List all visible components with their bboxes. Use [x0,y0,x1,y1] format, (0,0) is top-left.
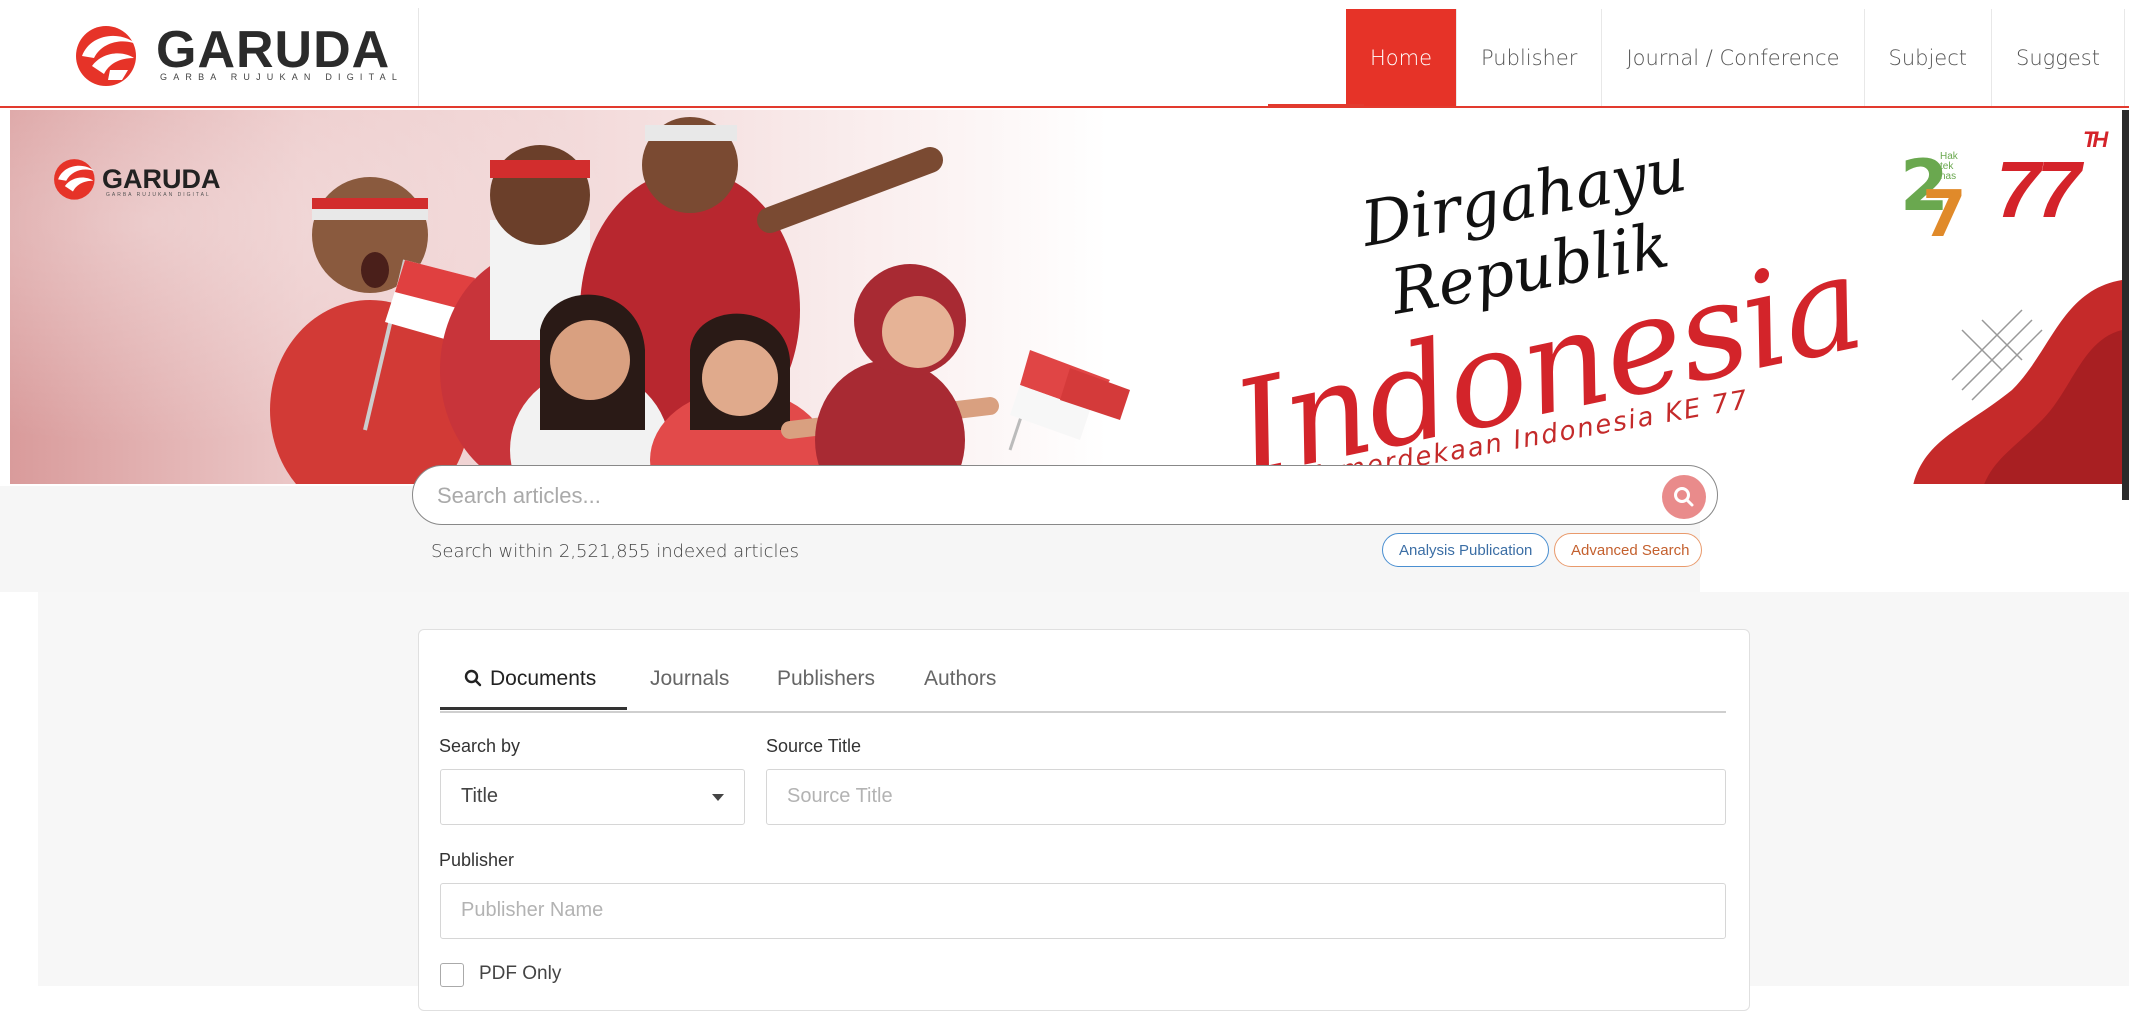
header-underline-accent [1268,104,1364,108]
search-icon [464,669,482,687]
top-header: GARUDA GARBA RUJUKAN DIGITAL Home Publis… [0,0,2129,108]
garuda-logo[interactable]: GARUDA GARBA RUJUKAN DIGITAL [70,20,397,86]
pdf-only-label: PDF Only [479,963,562,984]
main-nav: Home Publisher Journal / Conference Subj… [1346,9,2125,107]
source-title-label: Source Title [766,736,862,756]
search-by-value: Title [461,785,499,807]
anniversary-suffix: TH [2082,127,2108,153]
publisher-label: Publisher [439,850,515,870]
advanced-search-button[interactable]: Advanced Search [1554,533,1702,567]
hero-banner: GARUDA GARBA RUJUKAN DIGITAL Dirgahayu R… [10,110,2122,484]
pdf-only-checkbox[interactable] [440,963,464,987]
search-by-select[interactable]: Title [440,769,745,825]
svg-text:7: 7 [1922,178,1967,240]
nav-home[interactable]: Home [1346,9,1458,107]
celebrating-people-illustration [270,117,1130,484]
banner-logo-text: GARUDA [102,164,221,194]
caret-down-icon [712,794,724,801]
active-tab-indicator [440,707,627,710]
banner-logo: GARUDA GARBA RUJUKAN DIGITAL [50,154,250,204]
anniversary-77: 77TH [1996,127,2108,236]
header-divider [418,8,419,107]
decorative-blob [1913,280,2122,484]
tab-documents-label: Documents [490,667,597,690]
anniversary-number: 77 [1996,145,2081,234]
search-input[interactable] [435,476,1619,516]
search-icon [1674,487,1694,507]
hakteknas-label: Hak tek nas [1940,151,1958,182]
search-button[interactable] [1662,475,1706,519]
source-title-placeholder: Source Title [787,785,893,807]
analysis-publication-button[interactable]: Analysis Publication [1382,533,1549,567]
search-by-label: Search by [439,736,521,756]
garuda-bird-icon [54,159,95,200]
header-underline [0,106,2129,108]
search-tabs: Documents Journals Publishers Authors [440,655,1726,713]
banner-edge-scrollbar [2122,110,2129,500]
publisher-input[interactable]: Publisher Name [440,883,1726,939]
logo-tagline: GARBA RUJUKAN DIGITAL [160,72,404,82]
anniversary-badge: 2 7 Hak tek nas 77TH [1900,127,2108,244]
search-bar [412,465,1718,525]
nav-journal-conference[interactable]: Journal / Conference [1602,9,1865,107]
garuda-bird-icon [76,26,136,86]
logo-text: GARUDA [156,21,391,79]
source-title-input[interactable]: Source Title [766,769,1726,825]
publisher-placeholder: Publisher Name [461,899,604,921]
nav-subject[interactable]: Subject [1865,9,1993,107]
tab-publishers[interactable]: Publishers [777,667,875,691]
headline-group: Dirgahayu Republik Indonesia Hari Kemerd… [1210,132,1874,484]
search-helper-text: Search within 2,521,855 indexed articles [431,541,799,562]
banner-logo-tagline: GARBA RUJUKAN DIGITAL [106,192,211,198]
tab-journals[interactable]: Journals [650,667,729,691]
tab-authors[interactable]: Authors [924,667,996,691]
tab-documents[interactable]: Documents [464,667,596,691]
nav-suggest[interactable]: Suggest [1992,9,2125,107]
nav-publisher[interactable]: Publisher [1457,9,1603,107]
